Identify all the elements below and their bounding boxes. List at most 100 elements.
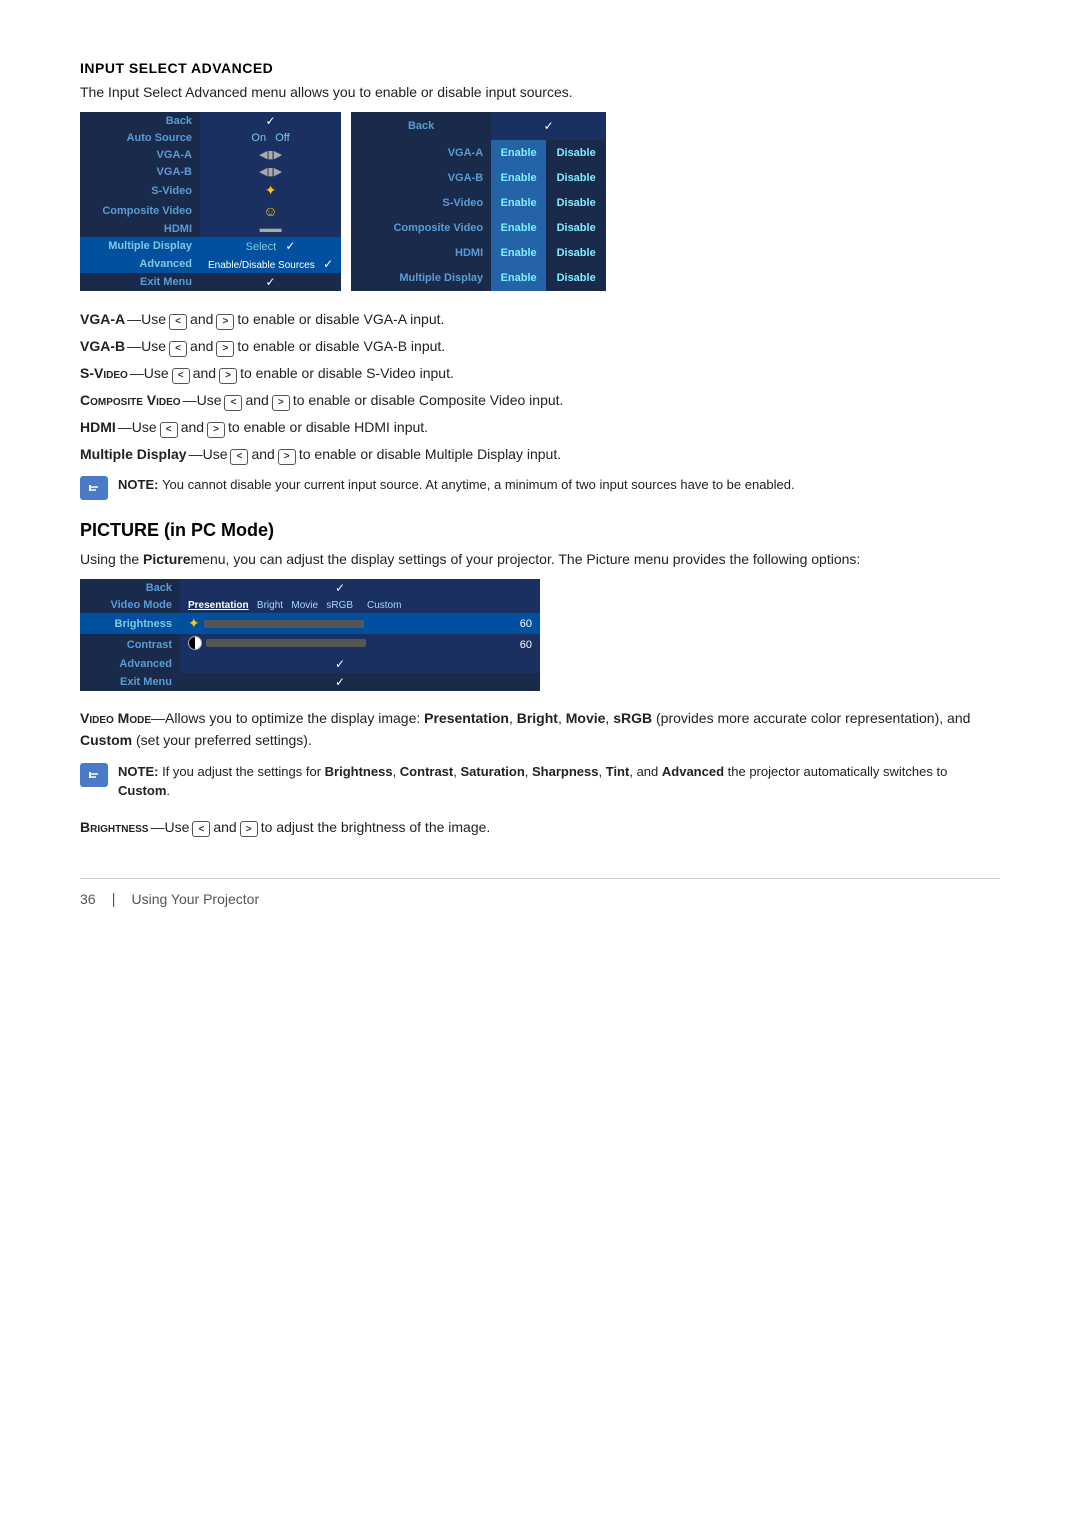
desc-hdmi-text: to enable or disable HDMI input. <box>228 417 428 438</box>
osd-right-label: HDMI <box>351 241 491 266</box>
pic-osd-value: 60 <box>500 613 540 634</box>
osd-value: ◀▮▶ <box>200 163 341 180</box>
osd-right-label: VGA-B <box>351 165 491 190</box>
video-mode-description: Video Mode—Allows you to optimize the di… <box>80 707 1000 752</box>
pic-osd-label: Contrast <box>80 634 180 655</box>
desc-brightness: Brightness—Use < and > to adjust the bri… <box>80 817 1000 838</box>
desc-brightness-label: Brightness <box>80 817 148 838</box>
osd-right-enable: Enable <box>491 165 546 190</box>
osd-row-multiple: Multiple Display Select ✓ <box>80 237 341 255</box>
right-arrow-svideo: > <box>219 368 237 384</box>
osd-right-vga-b: VGA-B Enable Disable <box>351 165 606 190</box>
desc-vga-b-label: VGA-B <box>80 336 125 357</box>
osd-row-back: Back ✓ <box>80 112 341 130</box>
pic-osd-label: Exit Menu <box>80 673 180 691</box>
right-arrow-composite: > <box>272 395 290 411</box>
osd-right-table: Back ✓ VGA-A Enable Disable VGA-B Enable… <box>351 112 606 291</box>
osd-row-exit: Exit Menu ✓ <box>80 273 341 291</box>
osd-value: ◀▮▶ <box>200 146 341 163</box>
osd-right-disable: Disable <box>546 190 606 215</box>
osd-label: VGA-A <box>80 146 200 163</box>
osd-right-header: Back ✓ <box>351 112 606 140</box>
osd-right-composite: Composite Video Enable Disable <box>351 216 606 241</box>
video-mode-and: and <box>947 710 970 726</box>
osd-value: ▬▬ <box>200 221 341 237</box>
section2-intro: Using the Picturemenu, you can adjust th… <box>80 551 1000 567</box>
desc-brightness-text: to adjust the brightness of the image. <box>261 817 491 838</box>
right-arrow-vga-b: > <box>216 341 234 357</box>
left-arrow-multiple: < <box>230 449 248 465</box>
osd-row-advanced: Advanced Enable/Disable Sources ✓ <box>80 255 341 273</box>
right-arrow-multiple: > <box>278 449 296 465</box>
conjunction-multiple: and <box>251 444 274 465</box>
conjunction-svideo: and <box>193 363 216 384</box>
note1-content: You cannot disable your current input so… <box>162 477 795 492</box>
contrast-icon <box>188 636 202 650</box>
osd-right-hdmi: HDMI Enable Disable <box>351 241 606 266</box>
contrast-track <box>206 639 366 647</box>
pic-osd-exit: Exit Menu ✓ <box>80 673 540 691</box>
picture-osd-table: Back ✓ Video Mode Presentation Bright Mo… <box>80 579 540 691</box>
pic-osd-label: Advanced <box>80 655 180 673</box>
right-arrow-hdmi: > <box>207 422 225 438</box>
section1-title: INPUT SELECT ADVANCED <box>80 60 1000 76</box>
conjunction-brightness: and <box>213 817 236 838</box>
left-arrow-composite: < <box>224 395 242 411</box>
pic-osd-content: Presentation Bright Movie sRGB Custom <box>180 597 500 613</box>
osd-value: ✓ <box>200 273 341 291</box>
input-descriptions: VGA-A—Use < and > to enable or disable V… <box>80 309 1000 465</box>
pic-osd-label: Video Mode <box>80 597 180 613</box>
osd-label: Auto Source <box>80 130 200 146</box>
desc-multiple-text: to enable or disable Multiple Display in… <box>299 444 561 465</box>
pic-osd-label: Back <box>80 579 180 597</box>
osd-label: Advanced <box>80 255 200 273</box>
left-arrow-hdmi: < <box>160 422 178 438</box>
osd-label: S-Video <box>80 180 200 201</box>
pic-osd-value <box>500 655 540 673</box>
osd-right-disable: Disable <box>546 216 606 241</box>
conjunction-vga-a: and <box>190 309 213 330</box>
conjunction-composite: and <box>245 390 268 411</box>
desc-vga-a: VGA-A—Use < and > to enable or disable V… <box>80 309 1000 330</box>
osd-row-composite: Composite Video ☺ <box>80 201 341 221</box>
right-arrow-vga-a: > <box>216 314 234 330</box>
video-mode-bright: Bright <box>517 710 558 726</box>
osd-label: VGA-B <box>80 163 200 180</box>
pic-osd-contrast: Contrast 60 <box>80 634 540 655</box>
osd-value: ✦ <box>200 180 341 201</box>
note2-box: NOTE: If you adjust the settings for Bri… <box>80 762 1000 801</box>
video-mode-label: Video Mode <box>80 710 151 726</box>
note2-label: NOTE: <box>118 764 162 779</box>
desc-multiple-label: Multiple Display <box>80 444 187 465</box>
section2-intro-part2: menu, you can adjust the display setting… <box>191 551 861 567</box>
desc-composite-text: to enable or disable Composite Video inp… <box>293 390 564 411</box>
osd-right-enable: Enable <box>491 140 546 165</box>
desc-vga-b: VGA-B—Use < and > to enable or disable V… <box>80 336 1000 357</box>
desc-hdmi-label: HDMI <box>80 417 116 438</box>
osd-label: Exit Menu <box>80 273 200 291</box>
pic-osd-value <box>500 579 540 597</box>
note2-content: If you adjust the settings for Brightnes… <box>118 764 947 799</box>
desc-vga-a-label: VGA-A <box>80 309 125 330</box>
osd-value: On Off <box>200 130 341 146</box>
note1-box: NOTE: You cannot disable your current in… <box>80 475 1000 500</box>
left-arrow-svideo: < <box>172 368 190 384</box>
osd-right-disable: Disable <box>546 241 606 266</box>
note2-and: and <box>637 764 659 779</box>
osd-right-label: Multiple Display <box>351 266 491 291</box>
pic-osd-content <box>180 634 500 655</box>
brightness-icon: ✦ <box>188 615 200 632</box>
video-mode-custom: Custom <box>80 732 132 748</box>
desc-composite-label: Composite Video <box>80 390 181 411</box>
note1-text: NOTE: You cannot disable your current in… <box>118 475 795 495</box>
osd-right-label: S-Video <box>351 190 491 215</box>
video-mode-movie: Movie <box>566 710 606 726</box>
osd-row-svideo: S-Video ✦ <box>80 180 341 201</box>
osd-right-label: Composite Video <box>351 216 491 241</box>
osd-right-vga-a: VGA-A Enable Disable <box>351 140 606 165</box>
pic-osd-content: ✓ <box>180 673 500 691</box>
osd-left-table: Back ✓ Auto Source On Off VGA-A ◀▮▶ VGA-… <box>80 112 341 291</box>
section2-intro-part1: Using the <box>80 551 143 567</box>
conjunction-hdmi: and <box>181 417 204 438</box>
osd-value: Enable/Disable Sources ✓ <box>200 255 341 273</box>
